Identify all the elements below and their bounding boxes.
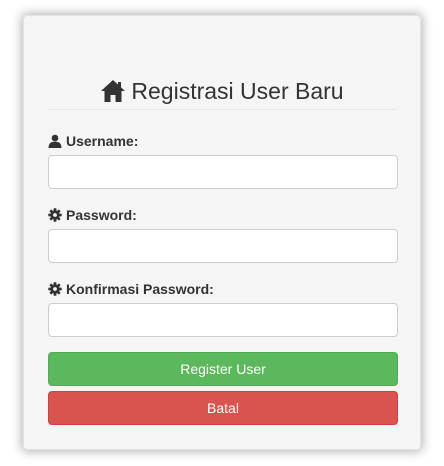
confirm-password-label: Konfirmasi Password: [48, 280, 214, 298]
user-icon [48, 134, 62, 148]
password-input[interactable] [48, 229, 398, 263]
header-divider [47, 109, 397, 110]
password-label: Password: [48, 206, 137, 224]
confirm-password-label-text: Konfirmasi Password: [66, 281, 214, 297]
username-input[interactable] [48, 155, 398, 189]
page-header: Registrasi User Baru [24, 74, 420, 108]
username-label: Username: [48, 132, 138, 150]
registration-panel: Registrasi User Baru Username: Password: [23, 15, 421, 450]
username-label-text: Username: [66, 133, 139, 149]
cancel-button-label: Batal [207, 400, 239, 416]
register-user-button[interactable]: Register User [48, 352, 398, 386]
cancel-button[interactable]: Batal [48, 391, 398, 425]
gear-icon [48, 208, 62, 222]
home-icon [101, 80, 126, 102]
confirm-password-input[interactable] [48, 303, 398, 337]
password-label-text: Password: [66, 207, 137, 223]
page-title: Registrasi User Baru [131, 78, 344, 104]
gear-icon [48, 282, 62, 296]
register-user-button-label: Register User [180, 361, 266, 377]
